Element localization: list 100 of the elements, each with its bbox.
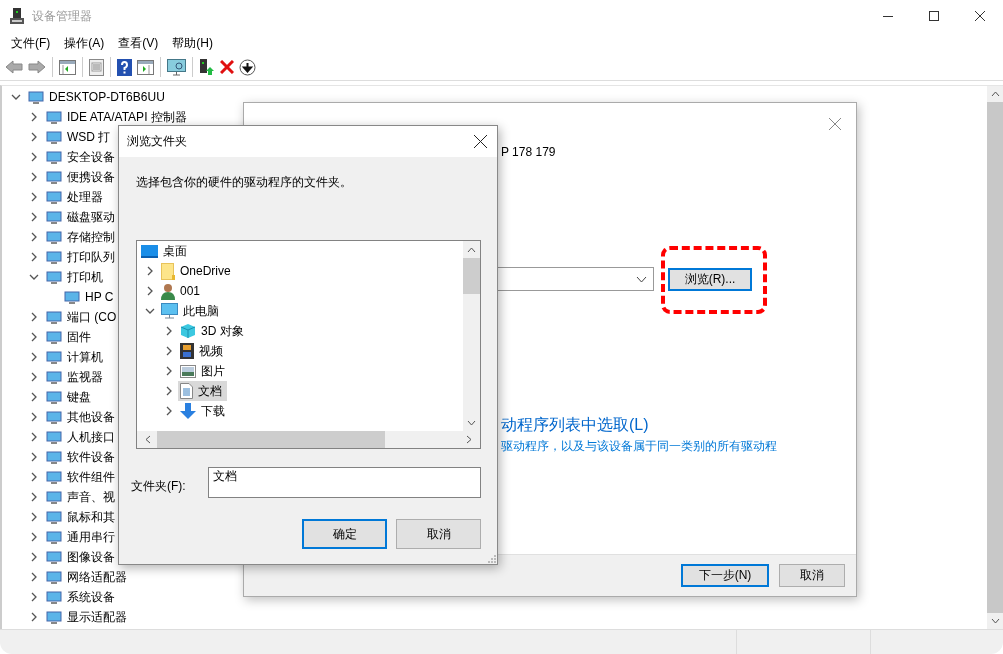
device-icon (46, 309, 62, 325)
down-arrow-icon (180, 403, 196, 419)
folder-field[interactable]: 文档 (208, 467, 481, 498)
device-icon (64, 289, 80, 305)
device-icon (46, 589, 62, 605)
scroll-right-icon[interactable] (466, 435, 472, 444)
help-icon[interactable] (117, 58, 132, 76)
folder-item[interactable]: 图片 (178, 361, 230, 381)
window-pane-icon[interactable] (59, 59, 76, 75)
scroll-up-icon[interactable] (467, 247, 476, 253)
device-tree-item[interactable]: 处理器 (46, 188, 103, 206)
device-icon (46, 149, 62, 165)
folder-icon (161, 262, 175, 280)
device-tree-item[interactable]: 打印机 (46, 268, 103, 286)
device-tree-item[interactable]: 安全设备 (46, 148, 115, 166)
scroll-down-icon[interactable] (467, 420, 476, 426)
instruction-text: 选择包含你的硬件的驱动程序的文件夹。 (136, 174, 353, 191)
device-tree-item[interactable]: 磁盘驱动 (46, 208, 115, 226)
device-tree-item[interactable]: 通用串行 (46, 528, 115, 546)
link-description: 驱动程序，以及与该设备属于同一类别的所有驱动程 (501, 438, 777, 455)
dialog-title: 浏览文件夹 (127, 133, 187, 150)
scroll-up-icon[interactable] (990, 91, 1000, 97)
device-icon (46, 229, 62, 245)
picture-icon (180, 364, 196, 378)
folder-item[interactable]: 桌面 (139, 241, 192, 261)
browse-button[interactable]: 浏览(R)... (668, 267, 752, 291)
close-icon (975, 11, 985, 21)
device-icon (46, 329, 62, 345)
device-tree-item[interactable]: HP C (64, 289, 114, 305)
folder-item[interactable]: 文档 (178, 381, 227, 401)
device-icon (46, 569, 62, 585)
device-tree-item[interactable]: IDE ATA/ATAPI 控制器 (46, 108, 187, 126)
scroll-thumb[interactable] (157, 431, 385, 448)
menu-item[interactable]: 操作(A) (57, 34, 112, 52)
device-icon (46, 189, 62, 205)
device-tree-item[interactable]: WSD 打 (46, 128, 111, 146)
menu-item[interactable]: 帮助(H) (165, 34, 220, 52)
device-icon (46, 349, 62, 365)
delete-icon[interactable] (220, 60, 234, 74)
dialog-button[interactable]: 取消 (396, 519, 481, 549)
device-tree-item[interactable]: 图像设备 (46, 548, 115, 566)
device-tree-item[interactable]: 网络适配器 (46, 568, 127, 586)
device-tree-item[interactable]: DESKTOP-DT6B6UU (28, 89, 165, 105)
scrollbar[interactable] (137, 431, 480, 448)
device-icon (46, 449, 62, 465)
close-icon (473, 135, 487, 148)
device-icon (46, 209, 62, 225)
device-tree-item[interactable]: 鼠标和其 (46, 508, 115, 526)
device-tree-item[interactable]: 计算机 (46, 348, 103, 366)
device-icon (46, 509, 62, 525)
device-icon (46, 369, 62, 385)
folder-label: 文件夹(F): (131, 478, 187, 495)
device-tree-item[interactable]: 固件 (46, 328, 91, 346)
device-manager-icon (10, 8, 24, 24)
device-icon (46, 469, 62, 485)
device-tree-item[interactable]: 端口 (CO (46, 308, 117, 326)
folder-item[interactable]: OneDrive (159, 261, 236, 281)
device-tree-item[interactable]: 显示适配器 (46, 608, 127, 626)
maximize-icon (929, 11, 939, 21)
resize-grip-icon (488, 555, 496, 563)
device-icon (46, 269, 62, 285)
folder-item[interactable]: 此电脑 (159, 301, 224, 321)
folder-item[interactable]: 下载 (178, 401, 230, 421)
device-tree-item[interactable]: 其他设备 (46, 408, 115, 426)
scroll-thumb[interactable] (463, 258, 480, 294)
device-tree-item[interactable]: 便携设备 (46, 168, 115, 186)
device-tree-item[interactable]: 存储控制 (46, 228, 115, 246)
update-driver-icon[interactable] (199, 58, 215, 76)
device-tree-item[interactable]: 软件组件 (46, 468, 115, 486)
scroll-down-icon[interactable] (990, 618, 1000, 624)
folder-item[interactable]: 视频 (178, 341, 228, 361)
back-arrow-icon[interactable] (5, 60, 23, 74)
device-icon (46, 529, 62, 545)
device-icon (46, 429, 62, 445)
dialog-button[interactable]: 确定 (302, 519, 387, 549)
menu-item[interactable]: 文件(F) (4, 34, 58, 52)
device-tree-item[interactable]: 软件设备 (46, 448, 115, 466)
pick-from-list-link[interactable]: 动程序列表中选取(L) (501, 415, 649, 436)
device-tree-item[interactable]: 键盘 (46, 388, 91, 406)
download-circle-icon[interactable] (239, 58, 256, 76)
device-tree-item[interactable]: 监视器 (46, 368, 103, 386)
device-icon (46, 609, 62, 625)
scroll-left-icon[interactable] (145, 435, 151, 444)
device-icon (28, 89, 44, 105)
device-tree-item[interactable]: 声音、视 (46, 488, 115, 506)
device-tree-item[interactable]: 人机接口 (46, 428, 115, 446)
menu-item[interactable]: 查看(V) (111, 34, 166, 52)
forward-arrow-icon[interactable] (28, 60, 46, 74)
window-title: 设备管理器 (32, 7, 92, 25)
device-icon (46, 249, 62, 265)
device-tree-item[interactable]: 打印队列 (46, 248, 115, 266)
device-icon (46, 129, 62, 145)
scrollbar[interactable] (463, 241, 480, 431)
dialog-button[interactable]: 取消 (779, 564, 845, 587)
device-tree-item[interactable]: 系统设备 (46, 588, 115, 606)
window-pane-icon[interactable] (137, 59, 154, 75)
monitor-icon[interactable] (167, 58, 186, 76)
dialog-button[interactable]: 下一步(N) (681, 564, 769, 587)
folder-item[interactable]: 001 (159, 281, 206, 301)
folder-item[interactable]: 3D 对象 (178, 321, 249, 341)
